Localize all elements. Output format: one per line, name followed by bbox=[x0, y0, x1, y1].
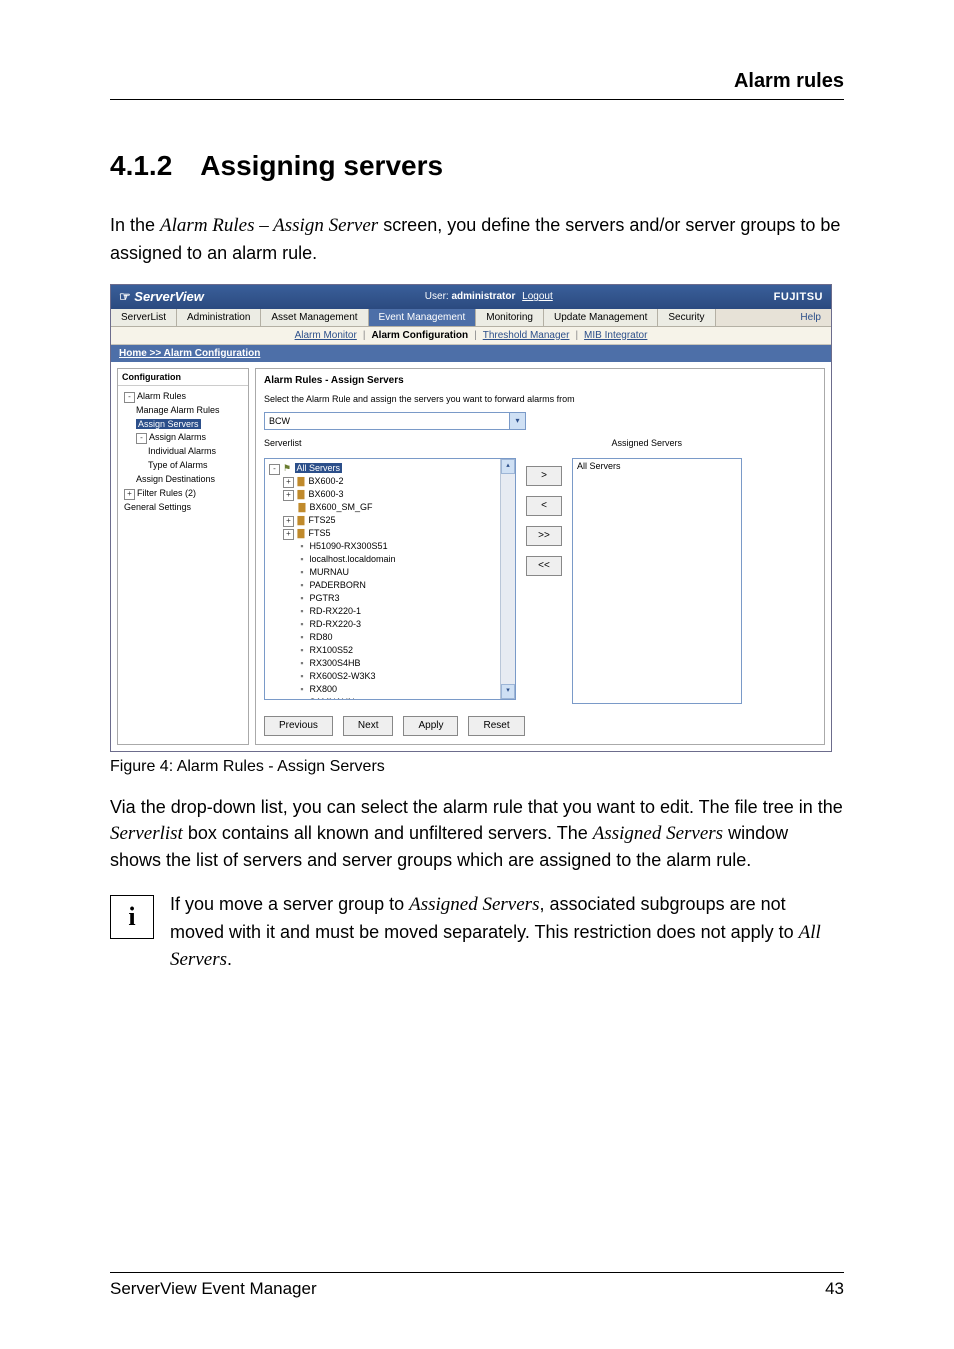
serverlist-item[interactable]: ▪ RX100S52 bbox=[269, 644, 511, 657]
move-right-button[interactable]: > bbox=[526, 466, 562, 486]
serverlist-box[interactable]: -⚑ All Servers+▇ BX600-2+▇ BX600-3▇ BX60… bbox=[264, 458, 516, 700]
section-number: 4.1.2 bbox=[110, 150, 172, 181]
serverlist-item[interactable]: +▇ FTS25 bbox=[269, 514, 511, 527]
move-all-right-button[interactable]: >> bbox=[526, 526, 562, 546]
previous-button[interactable]: Previous bbox=[264, 716, 333, 736]
sidebar-title: Configuration bbox=[118, 369, 248, 386]
chevron-down-icon[interactable]: ▾ bbox=[509, 413, 525, 429]
panel-title: Alarm Rules - Assign Servers bbox=[264, 373, 816, 394]
subtab-alarm-configuration[interactable]: Alarm Configuration bbox=[371, 330, 468, 341]
page-footer: ServerView Event Manager 43 bbox=[110, 1272, 844, 1299]
serverlist-item[interactable]: ▪ RD-RX220-3 bbox=[269, 618, 511, 631]
intro-paragraph: In the Alarm Rules – Assign Server scree… bbox=[110, 212, 844, 266]
serverlist-item[interactable]: ▪ MURNAU bbox=[269, 566, 511, 579]
config-sidebar: Configuration -Alarm RulesManage Alarm R… bbox=[117, 368, 249, 745]
explanation-paragraph: Via the drop-down list, you can select t… bbox=[110, 794, 844, 874]
serverlist-item[interactable]: ▪ PADERBORN bbox=[269, 579, 511, 592]
assigned-item[interactable]: All Servers bbox=[577, 461, 737, 471]
sidebar-item[interactable]: Individual Alarms bbox=[122, 445, 244, 459]
serverlist-item[interactable]: ▪ SAMNAUN bbox=[269, 696, 511, 699]
tab-event-management[interactable]: Event Management bbox=[369, 309, 477, 326]
subtab-mib-integrator[interactable]: MIB Integrator bbox=[584, 330, 647, 341]
tab-serverlist[interactable]: ServerList bbox=[111, 309, 177, 326]
serverlist-item[interactable]: +▇ BX600-3 bbox=[269, 488, 511, 501]
primary-tabbar: ServerList Administration Asset Manageme… bbox=[111, 309, 831, 327]
assigned-servers-box[interactable]: All Servers bbox=[572, 458, 742, 704]
secondary-tabbar: Alarm Monitor | Alarm Configuration | Th… bbox=[111, 327, 831, 345]
footer-page-number: 43 bbox=[825, 1279, 844, 1299]
sidebar-item[interactable]: -Assign Alarms bbox=[122, 431, 244, 445]
user-area: User: administrator Logout bbox=[425, 291, 553, 302]
app-brand: ☞ ServerView bbox=[119, 289, 204, 305]
serverlist-item[interactable]: ▇ BX600_SM_GF bbox=[269, 501, 511, 514]
main-panel: Alarm Rules - Assign Servers Select the … bbox=[255, 368, 825, 745]
serverlist-item[interactable]: ▪ RD-RX220-1 bbox=[269, 605, 511, 618]
sidebar-item[interactable]: General Settings bbox=[122, 501, 244, 515]
footer-doc-title: ServerView Event Manager bbox=[110, 1279, 317, 1299]
screenshot-figure: ☞ ServerView User: administrator Logout … bbox=[110, 284, 832, 752]
tab-security[interactable]: Security bbox=[658, 309, 715, 326]
breadcrumb[interactable]: Home >> Alarm Configuration bbox=[111, 345, 831, 362]
help-link[interactable]: Help bbox=[790, 309, 831, 326]
sidebar-item[interactable]: -Alarm Rules bbox=[122, 390, 244, 404]
sidebar-item[interactable]: Assign Servers bbox=[122, 418, 244, 432]
serverlist-item[interactable]: ▪ RX300S4HB bbox=[269, 657, 511, 670]
sidebar-item[interactable]: Type of Alarms bbox=[122, 459, 244, 473]
alarm-rule-select[interactable]: ▾ bbox=[264, 412, 526, 430]
vendor-logo: FUJITSU bbox=[774, 291, 823, 303]
user-name: administrator bbox=[451, 291, 515, 302]
info-icon: i bbox=[110, 895, 154, 939]
serverlist-item[interactable]: +▇ FTS5 bbox=[269, 527, 511, 540]
next-button[interactable]: Next bbox=[343, 716, 394, 736]
serverlist-item[interactable]: +▇ BX600-2 bbox=[269, 475, 511, 488]
panel-instruction: Select the Alarm Rule and assign the ser… bbox=[264, 394, 816, 404]
serverlist-item[interactable]: ▪ localhost.localdomain bbox=[269, 553, 511, 566]
scroll-up-icon[interactable]: ▴ bbox=[501, 459, 515, 474]
tab-asset-management[interactable]: Asset Management bbox=[261, 309, 368, 326]
sidebar-item[interactable]: Manage Alarm Rules bbox=[122, 404, 244, 418]
serverlist-item[interactable]: ▪ RD80 bbox=[269, 631, 511, 644]
tab-administration[interactable]: Administration bbox=[177, 309, 261, 326]
assigned-label: Assigned Servers bbox=[612, 438, 683, 448]
scrollbar[interactable]: ▴ ▾ bbox=[500, 459, 515, 699]
running-header: Alarm rules bbox=[110, 70, 844, 100]
serverlist-item[interactable]: -⚑ All Servers bbox=[269, 462, 511, 475]
alarm-rule-value[interactable] bbox=[265, 413, 509, 429]
reset-button[interactable]: Reset bbox=[468, 716, 524, 736]
subtab-threshold-manager[interactable]: Threshold Manager bbox=[483, 330, 570, 341]
figure-caption: Figure 4: Alarm Rules - Assign Servers bbox=[110, 758, 844, 776]
subtab-alarm-monitor[interactable]: Alarm Monitor bbox=[295, 330, 357, 341]
sidebar-item[interactable]: +Filter Rules (2) bbox=[122, 487, 244, 501]
tab-update-management[interactable]: Update Management bbox=[544, 309, 658, 326]
scroll-down-icon[interactable]: ▾ bbox=[501, 684, 515, 699]
serverlist-label: Serverlist bbox=[264, 438, 302, 448]
move-all-left-button[interactable]: << bbox=[526, 556, 562, 576]
section-title: Assigning servers bbox=[200, 150, 443, 181]
tab-monitoring[interactable]: Monitoring bbox=[476, 309, 544, 326]
apply-button[interactable]: Apply bbox=[403, 716, 458, 736]
serverlist-item[interactable]: ▪ RX600S2-W3K3 bbox=[269, 670, 511, 683]
logout-link[interactable]: Logout bbox=[522, 291, 553, 302]
info-text: If you move a server group to Assigned S… bbox=[170, 891, 844, 974]
info-note: i If you move a server group to Assigned… bbox=[110, 891, 844, 974]
sidebar-item[interactable]: Assign Destinations bbox=[122, 473, 244, 487]
serverlist-item[interactable]: ▪ RX800 bbox=[269, 683, 511, 696]
app-titlebar: ☞ ServerView User: administrator Logout … bbox=[111, 285, 831, 309]
section-heading: 4.1.2 Assigning servers bbox=[110, 150, 844, 182]
serverlist-item[interactable]: ▪ H51090-RX300S51 bbox=[269, 540, 511, 553]
serverlist-item[interactable]: ▪ PGTR3 bbox=[269, 592, 511, 605]
move-left-button[interactable]: < bbox=[526, 496, 562, 516]
